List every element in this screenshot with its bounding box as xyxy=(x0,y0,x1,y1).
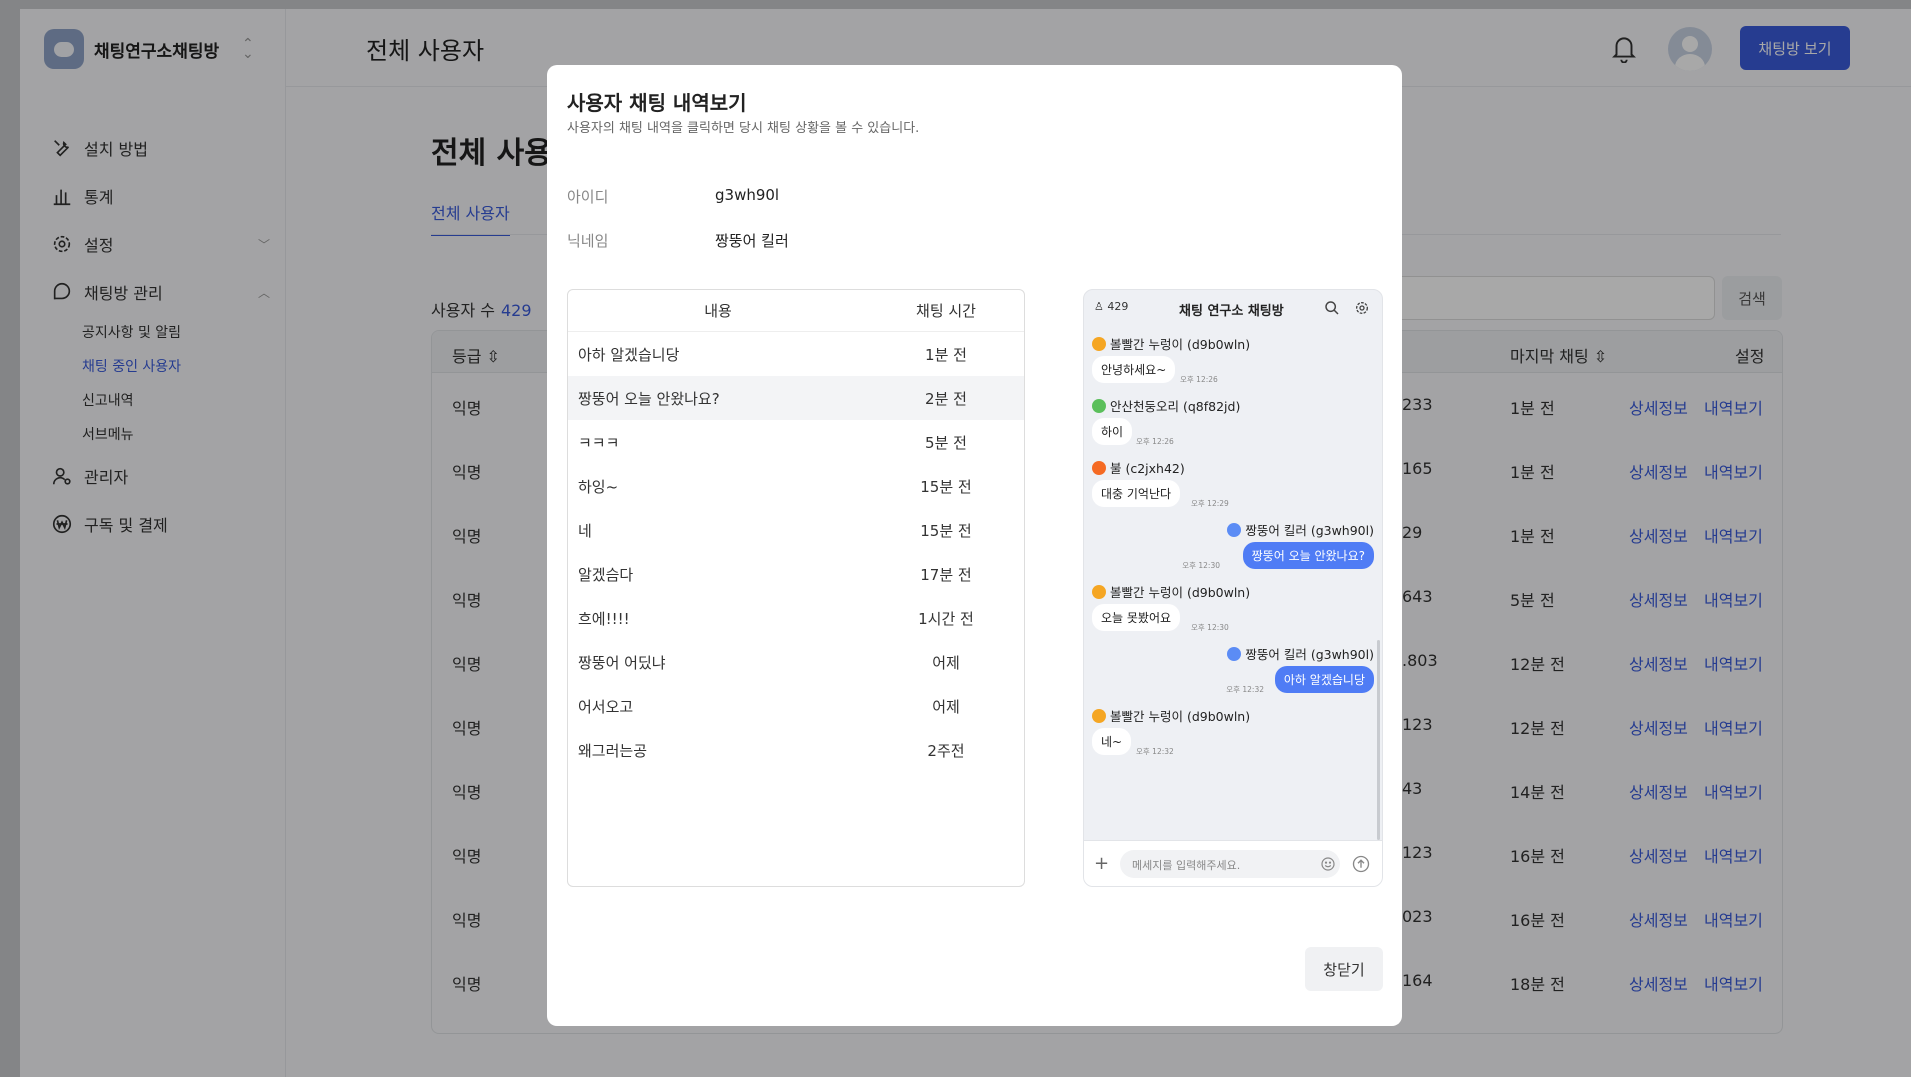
chat-preview: ♙ 429 채팅 연구소 채팅방 볼빨간 누렁이 (d9b0wln) 안녕하세요~… xyxy=(1083,289,1383,887)
list-item-content: ㅋㅋㅋ xyxy=(578,433,620,452)
list-header-time: 채팅 시간 xyxy=(916,302,976,320)
list-item[interactable]: 흐에!!!! 1시간 전 xyxy=(568,596,1024,640)
search-icon[interactable] xyxy=(1324,300,1340,320)
id-value: g3wh90l xyxy=(715,186,780,204)
avatar-emoji-icon xyxy=(1227,646,1242,661)
message-sender-name: 짱뚱어 킬러 (g3wh90l) xyxy=(1245,523,1374,538)
scrollbar[interactable] xyxy=(1377,640,1380,840)
message-input[interactable]: 메세지를 입력해주세요. xyxy=(1120,850,1340,878)
avatar-emoji-icon xyxy=(1092,398,1106,413)
gear-icon[interactable] xyxy=(1354,300,1370,320)
list-item-time: 2주전 xyxy=(927,741,965,760)
message-time: 오후 12:32 xyxy=(1136,747,1174,756)
avatar-emoji-icon xyxy=(1092,708,1106,723)
chat-history-modal: 사용자 채팅 내역보기 사용자의 채팅 내역을 클릭하면 당시 채팅 상황을 볼… xyxy=(547,65,1402,1026)
avatar-emoji-icon xyxy=(1092,460,1106,475)
message-sender-name: 안산천둥오리 (q8f82jd) xyxy=(1110,399,1241,414)
message-sender-name: 볼빨간 누렁이 (d9b0wln) xyxy=(1110,709,1251,724)
message-sender: 불 (c2jxh42) xyxy=(1092,458,1185,477)
list-item[interactable]: 아하 알겠습니당 1분 전 xyxy=(568,332,1024,376)
list-item-content: 짱뚱어 오늘 안왔나요? xyxy=(578,389,720,408)
id-label: 아이디 xyxy=(567,188,609,206)
message-sender-name: 볼빨간 누렁이 (d9b0wln) xyxy=(1110,585,1251,600)
avatar-emoji-icon xyxy=(1092,584,1106,599)
list-item-time: 1시간 전 xyxy=(918,609,974,628)
person-icon: ♙ xyxy=(1094,300,1104,313)
nickname-value: 짱뚱어 킬러 xyxy=(715,232,789,250)
message-time: 오후 12:26 xyxy=(1180,375,1218,384)
chat-history-list: 내용 채팅 시간 아하 알겠습니당 1분 전짱뚱어 오늘 안왔나요? 2분 전 ㅋㅋㅋ… xyxy=(567,289,1025,887)
list-item-content: 왜그러는공 xyxy=(578,741,648,760)
message-sender: 짱뚱어 킬러 (g3wh90l) xyxy=(1227,520,1374,539)
list-item-content: 흐에!!!! xyxy=(578,609,630,628)
message-sender-name: 짱뚱어 킬러 (g3wh90l) xyxy=(1245,647,1374,662)
list-item-content: 아하 알겠습니당 xyxy=(578,345,680,364)
list-item-content: 어서오고 xyxy=(578,697,634,716)
list-item-time: 어제 xyxy=(932,697,960,716)
message-bubble[interactable]: 오늘 못봤어요 xyxy=(1092,604,1181,631)
participant-count-value: 429 xyxy=(1107,300,1129,313)
message-time: 오후 12:30 xyxy=(1191,623,1229,632)
plus-icon[interactable]: + xyxy=(1094,853,1109,874)
message-sender: 볼빨간 누렁이 (d9b0wln) xyxy=(1092,334,1250,353)
modal-subtitle: 사용자의 채팅 내역을 클릭하면 당시 채팅 상황을 볼 수 있습니다. xyxy=(567,121,920,136)
list-item-time: 15분 전 xyxy=(920,477,972,496)
list-item-content: 하잉~ xyxy=(578,477,619,496)
chat-preview-header: ♙ 429 채팅 연구소 채팅방 xyxy=(1084,290,1382,330)
message-sender-name: 볼빨간 누렁이 (d9b0wln) xyxy=(1110,337,1251,352)
message-sender: 안산천둥오리 (q8f82jd) xyxy=(1092,396,1240,415)
message-time: 오후 12:29 xyxy=(1191,499,1229,508)
modal-title: 사용자 채팅 내역보기 xyxy=(567,91,747,115)
list-item[interactable]: 알겠슴다 17분 전 xyxy=(568,552,1024,596)
message-sender: 짱뚱어 킬러 (g3wh90l) xyxy=(1227,644,1374,663)
list-item-time: 1분 전 xyxy=(925,345,967,364)
list-item[interactable]: 짱뚱어 오늘 안왔나요? 2분 전 xyxy=(568,376,1024,420)
list-item-time: 15분 전 xyxy=(920,521,972,540)
list-item-time: 5분 전 xyxy=(925,433,967,452)
list-item[interactable]: 왜그러는공 2주전 xyxy=(568,728,1024,772)
list-item[interactable]: 네 15분 전 xyxy=(568,508,1024,552)
list-item[interactable]: ㅋㅋㅋ 5분 전 xyxy=(568,420,1024,464)
list-header: 내용 채팅 시간 xyxy=(568,290,1024,332)
message-time: 오후 12:30 xyxy=(1182,561,1220,570)
list-item-content: 알겠슴다 xyxy=(578,565,634,584)
send-icon[interactable] xyxy=(1352,855,1370,877)
avatar-emoji-icon xyxy=(1227,522,1242,537)
list-item-content: 네 xyxy=(578,521,592,540)
chat-preview-title: 채팅 연구소 채팅방 xyxy=(1179,304,1284,319)
list-item[interactable]: 짱뚱어 어딨냐 어제 xyxy=(568,640,1024,684)
message-bubble[interactable]: 대충 기억난다 xyxy=(1092,480,1181,507)
avatar-emoji-icon xyxy=(1092,336,1106,351)
message-bubble[interactable]: 하이 xyxy=(1092,418,1133,445)
list-item-time: 17분 전 xyxy=(920,565,972,584)
message-bubble[interactable]: 안녕하세요~ xyxy=(1092,356,1176,383)
message-sender: 볼빨간 누렁이 (d9b0wln) xyxy=(1092,582,1250,601)
message-sender-name: 불 (c2jxh42) xyxy=(1110,461,1185,476)
smile-icon[interactable] xyxy=(1320,856,1336,876)
list-item-content: 짱뚱어 어딨냐 xyxy=(578,653,666,672)
nickname-label: 닉네임 xyxy=(567,232,609,250)
close-button[interactable]: 창닫기 xyxy=(1305,947,1383,991)
message-sender: 볼빨간 누렁이 (d9b0wln) xyxy=(1092,706,1250,725)
list-header-content: 내용 xyxy=(704,302,732,320)
list-item[interactable]: 어서오고 어제 xyxy=(568,684,1024,728)
list-item-time: 2분 전 xyxy=(925,389,967,408)
message-bubble[interactable]: 네~ xyxy=(1092,728,1132,755)
message-bubble[interactable]: 짱뚱어 오늘 안왔나요? xyxy=(1242,542,1374,569)
message-time: 오후 12:32 xyxy=(1226,685,1264,694)
participant-count: ♙ 429 xyxy=(1094,300,1128,313)
message-time: 오후 12:26 xyxy=(1136,437,1174,446)
list-item-time: 어제 xyxy=(932,653,960,672)
message-bubble[interactable]: 아하 알겠습니당 xyxy=(1274,666,1374,693)
message-input-bar: + 메세지를 입력해주세요. xyxy=(1084,840,1382,886)
list-item[interactable]: 하잉~ 15분 전 xyxy=(568,464,1024,508)
list-body: 아하 알겠습니당 1분 전짱뚱어 오늘 안왔나요? 2분 전 ㅋㅋㅋ 5분 전하잉~ 15… xyxy=(568,332,1024,772)
